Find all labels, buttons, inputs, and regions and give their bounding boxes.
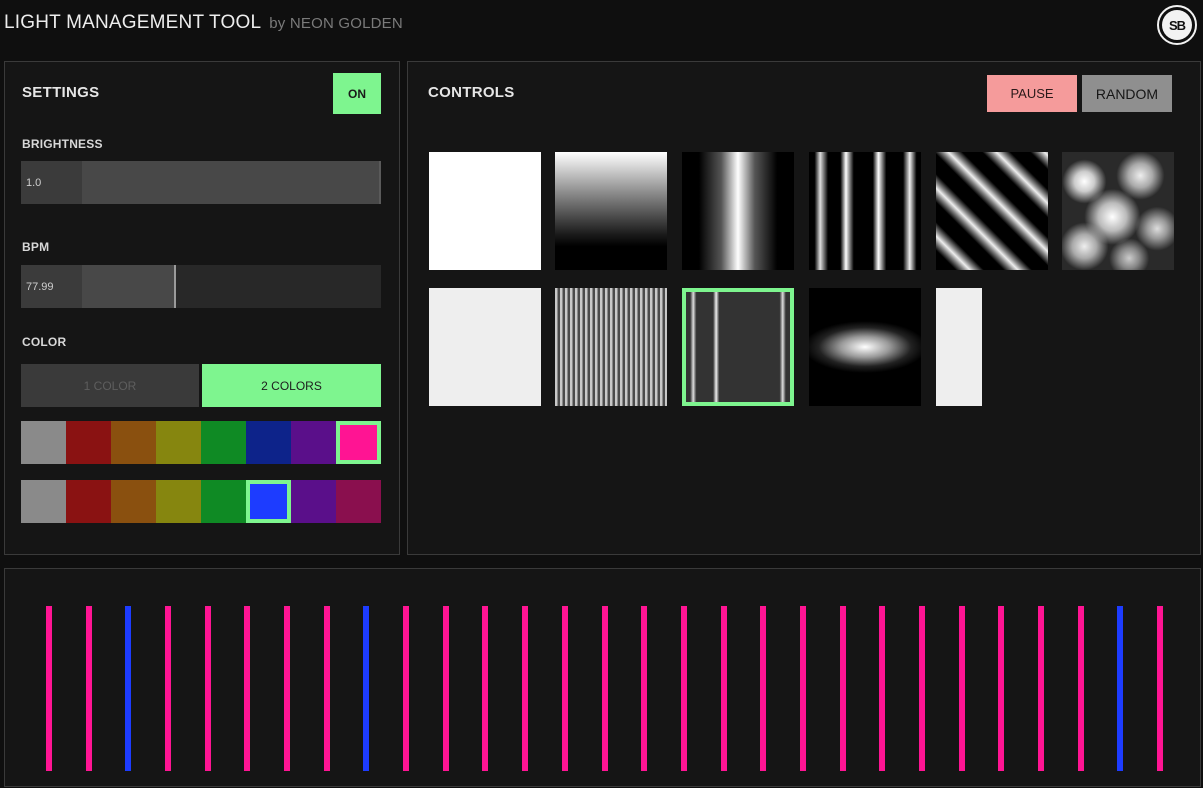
palette-1-swatch[interactable] [66, 421, 111, 464]
light-bar [363, 606, 369, 771]
light-bar [165, 606, 171, 771]
light-bar [959, 606, 965, 771]
pattern-noise-clouds[interactable] [1062, 152, 1174, 270]
pause-button[interactable]: PAUSE [987, 75, 1077, 112]
palette-1-swatch[interactable] [246, 421, 291, 464]
light-bar [602, 606, 608, 771]
pattern-dense-vertical-lines[interactable] [555, 288, 667, 406]
app-title: LIGHT MANAGEMENT TOOL by NEON GOLDEN [4, 12, 403, 34]
light-bar [562, 606, 568, 771]
palette-1-swatch[interactable] [291, 421, 336, 464]
title-bar: LIGHT MANAGEMENT TOOL by NEON GOLDEN SB [0, 0, 1203, 52]
settings-panel: SETTINGS ON BRIGHTNESS 1.0 BPM 77.99 COL… [4, 61, 400, 555]
bpm-label: BPM [22, 240, 50, 254]
palette-1-swatch[interactable] [156, 421, 201, 464]
light-bar [1117, 606, 1123, 771]
light-bar [840, 606, 846, 771]
light-bar [1078, 606, 1084, 771]
bpm-slider[interactable]: 77.99 [21, 265, 381, 308]
brightness-slider[interactable]: 1.0 [21, 161, 381, 204]
pattern-vertical-gradient[interactable] [555, 152, 667, 270]
palette-2-swatch[interactable] [336, 480, 381, 523]
controls-title: CONTROLS [428, 84, 515, 101]
pattern-diagonal-stripes[interactable] [936, 152, 1048, 270]
light-bar [721, 606, 727, 771]
light-bar [1157, 606, 1163, 771]
two-colors-toggle[interactable]: 2 COLORS [202, 364, 381, 407]
light-bar [879, 606, 885, 771]
light-bars [5, 569, 1200, 786]
light-bar [86, 606, 92, 771]
light-bar [284, 606, 290, 771]
palette-2-swatch[interactable] [66, 480, 111, 523]
light-bar [324, 606, 330, 771]
color-palette-1 [21, 421, 381, 464]
light-bar [403, 606, 409, 771]
light-bar [760, 606, 766, 771]
controls-panel: CONTROLS PAUSE RANDOM [407, 61, 1201, 555]
light-bar [998, 606, 1004, 771]
palette-1-swatch[interactable] [21, 421, 66, 464]
light-bar [800, 606, 806, 771]
brightness-value: 1.0 [21, 161, 82, 204]
one-color-toggle[interactable]: 1 COLOR [21, 364, 199, 407]
light-bar [46, 606, 52, 771]
palette-2-swatch[interactable] [111, 480, 156, 523]
palette-1-swatch[interactable] [111, 421, 156, 464]
pattern-solid-light[interactable] [429, 288, 541, 406]
palette-2-swatch[interactable] [246, 480, 291, 523]
light-bar [1038, 606, 1044, 771]
pattern-dim-vertical-lines[interactable] [682, 288, 794, 406]
light-bar [641, 606, 647, 771]
color-label: COLOR [22, 335, 67, 349]
light-bar [919, 606, 925, 771]
light-output-preview [4, 568, 1201, 787]
palette-1-swatch[interactable] [336, 421, 381, 464]
palette-2-swatch[interactable] [291, 480, 336, 523]
pattern-elliptical-glow[interactable] [809, 288, 921, 406]
pattern-solid-white[interactable] [429, 152, 541, 270]
app-subtitle: by NEON GOLDEN [269, 15, 403, 32]
light-bar [681, 606, 687, 771]
light-bar [244, 606, 250, 771]
light-management-app: LIGHT MANAGEMENT TOOL by NEON GOLDEN SB S… [0, 0, 1203, 788]
app-title-text: LIGHT MANAGEMENT TOOL [4, 12, 262, 33]
random-button[interactable]: RANDOM [1082, 75, 1172, 112]
power-on-button[interactable]: ON [333, 73, 381, 114]
palette-2-swatch[interactable] [156, 480, 201, 523]
bpm-slider-handle[interactable] [174, 265, 176, 308]
pattern-thin-vertical-lines[interactable] [809, 152, 921, 270]
color-palette-2 [21, 480, 381, 523]
brightness-slider-handle[interactable] [379, 161, 381, 204]
pattern-soft-vertical-band[interactable] [682, 152, 794, 270]
palette-1-swatch[interactable] [201, 421, 246, 464]
palette-2-swatch[interactable] [21, 480, 66, 523]
palette-2-swatch[interactable] [201, 480, 246, 523]
light-bar [443, 606, 449, 771]
logo-text: SB [1162, 10, 1192, 40]
light-bar [522, 606, 528, 771]
bpm-value: 77.99 [21, 265, 82, 308]
light-bar [125, 606, 131, 771]
light-bar [205, 606, 211, 771]
light-bar [482, 606, 488, 771]
brightness-label: BRIGHTNESS [22, 137, 103, 151]
logo-icon: SB [1157, 5, 1197, 45]
pattern-narrow-solid[interactable] [936, 288, 982, 406]
settings-title: SETTINGS [22, 84, 100, 101]
